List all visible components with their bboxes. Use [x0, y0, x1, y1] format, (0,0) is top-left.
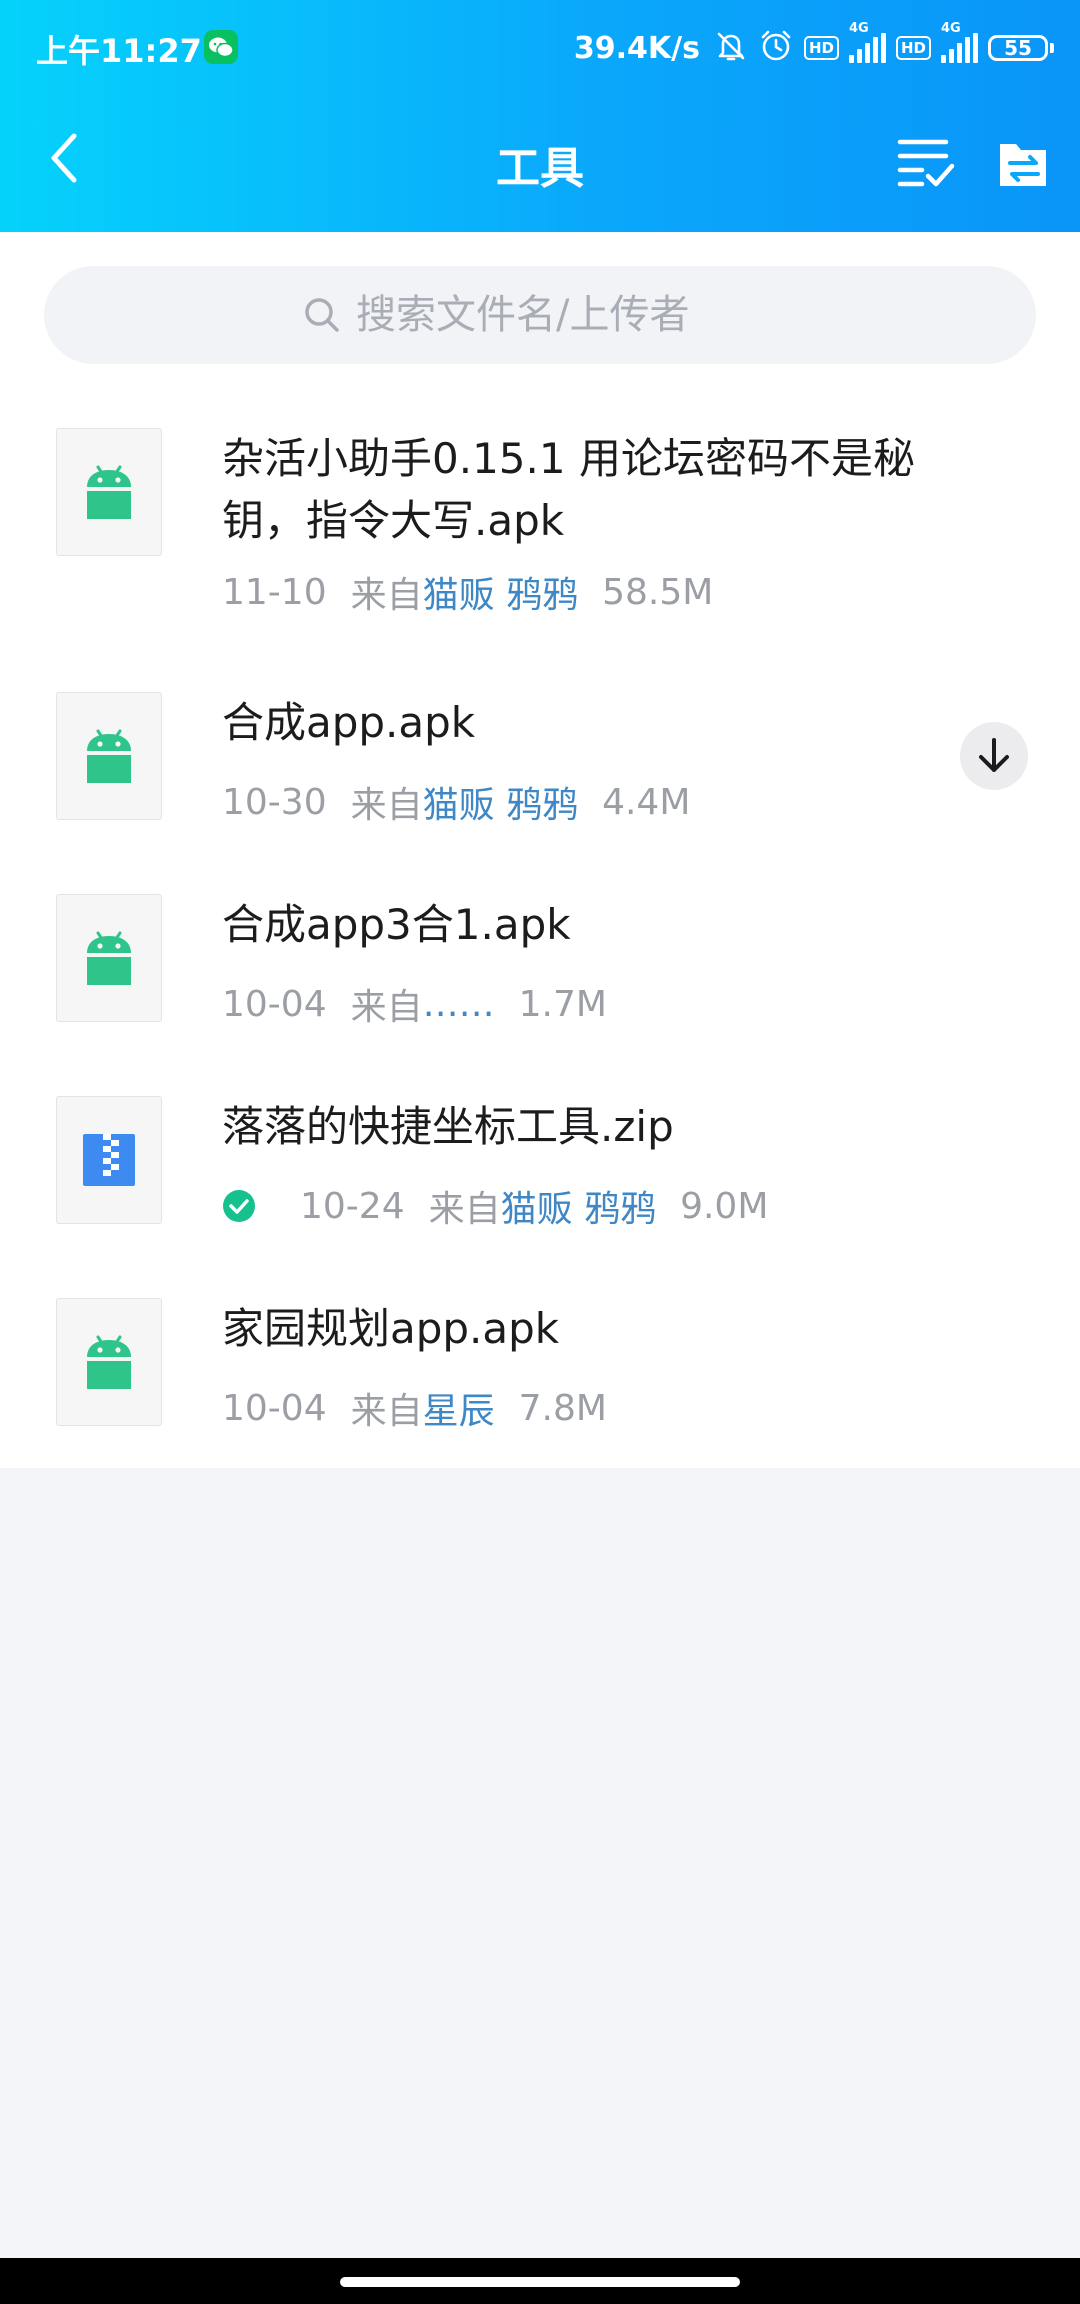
home-indicator[interactable] [340, 2277, 740, 2287]
network-type: 4G [848, 21, 869, 36]
multi-select-button[interactable] [896, 136, 956, 192]
bell-off-icon [714, 29, 748, 67]
net-speed: 39.4K/s [573, 30, 700, 66]
search-input[interactable] [354, 291, 778, 339]
status-time: 上午11:27 [36, 32, 202, 70]
downloaded-check-icon [223, 1190, 255, 1222]
file-name: 合成app3合1.apk [222, 900, 571, 949]
file-name: 合成app.apk [222, 698, 476, 747]
file-thumbnail [56, 894, 162, 1022]
file-size: 58.5M [602, 571, 714, 613]
file-item[interactable]: 合成app.apk 10-30 来自 猫贩 鸦鸦 4.4M [0, 692, 1080, 862]
download-button[interactable] [960, 722, 1028, 790]
zip-icon [83, 1134, 135, 1186]
file-thumbnail [56, 692, 162, 820]
file-uploader[interactable]: 星辰 [423, 1382, 495, 1434]
android-icon [87, 465, 131, 519]
status-icons: 39.4K/s HD 4G HD 4G 55 [573, 21, 1054, 72]
hd-badge: HD [803, 36, 839, 60]
file-uploader[interactable]: 猫贩 鸦鸦 [423, 566, 578, 618]
file-name: 家园规划app.apk [222, 1304, 560, 1353]
file-date: 10-04 [222, 1387, 327, 1429]
file-thumbnail [56, 1096, 162, 1224]
transfer-button[interactable] [996, 136, 1052, 192]
file-name: 落落的快捷坐标工具.zip [222, 1102, 674, 1151]
navigation-gesture-bar [0, 2258, 1080, 2304]
file-meta: 10-30 来自 猫贩 鸦鸦 4.4M [222, 776, 690, 828]
file-meta: 10-04 来自 …… 1.7M [222, 978, 607, 1030]
file-uploader[interactable]: 猫贩 鸦鸦 [501, 1180, 656, 1232]
file-item[interactable]: 家园规划app.apk 10-04 来自 星辰 7.8M [0, 1298, 1080, 1468]
file-uploader[interactable]: …… [423, 984, 495, 1025]
file-uploader[interactable]: 猫贩 鸦鸦 [423, 776, 578, 828]
battery-level: 55 [988, 35, 1048, 61]
file-item[interactable]: 杂活小助手0.15.1 用论坛密码不是秘钥，指令大写.apk 11-10 来自 … [0, 428, 1080, 658]
hd-badge-2: HD [895, 36, 931, 60]
file-from-label: 来自 [350, 785, 423, 826]
nav-bar: 工具 [0, 96, 1080, 232]
file-name: 杂活小助手0.15.1 用论坛密码不是秘钥，指令大写.apk [222, 434, 915, 545]
android-icon [87, 1335, 131, 1389]
file-item[interactable]: 合成app3合1.apk 10-04 来自 …… 1.7M [0, 894, 1080, 1064]
status-bar: 上午11:27 39.4K/s HD 4G HD 4G 55 [0, 0, 1080, 96]
file-from-label: 来自 [428, 1189, 501, 1230]
file-size: 9.0M [680, 1185, 769, 1227]
file-date: 10-24 [300, 1185, 405, 1227]
header: 上午11:27 39.4K/s HD 4G HD 4G 55 工具 [0, 0, 1080, 232]
search-bar[interactable] [44, 266, 1036, 364]
file-date: 10-30 [222, 781, 327, 823]
signal-icon-2: 4G [941, 21, 978, 63]
battery-icon: 55 [988, 35, 1054, 61]
file-item[interactable]: 落落的快捷坐标工具.zip 10-24 来自 猫贩 鸦鸦 9.0M [0, 1096, 1080, 1266]
download-arrow-icon [979, 738, 1009, 772]
file-from-label: 来自 [350, 1391, 423, 1432]
file-date: 11-10 [222, 571, 327, 613]
file-size: 4.4M [602, 781, 691, 823]
search-icon [305, 298, 339, 332]
file-size: 7.8M [518, 1387, 607, 1429]
file-meta: 10-24 来自 猫贩 鸦鸦 9.0M [222, 1180, 768, 1232]
file-list-panel: 杂活小助手0.15.1 用论坛密码不是秘钥，指令大写.apk 11-10 来自 … [0, 232, 1080, 1468]
file-from-label: 来自 [350, 575, 423, 616]
file-thumbnail [56, 1298, 162, 1426]
file-meta: 11-10 来自 猫贩 鸦鸦 58.5M [222, 566, 713, 618]
network-type-2: 4G [941, 21, 961, 36]
file-meta: 10-04 来自 星辰 7.8M [222, 1382, 607, 1434]
multi-select-icon [897, 139, 955, 187]
wechat-icon [204, 30, 238, 64]
android-icon [87, 729, 131, 783]
file-date: 10-04 [222, 983, 327, 1025]
file-from-label: 来自 [350, 987, 423, 1028]
alarm-icon [758, 28, 794, 68]
file-size: 1.7M [518, 983, 607, 1025]
signal-icon: 4G [848, 21, 886, 63]
android-icon [87, 931, 131, 985]
file-thumbnail [56, 428, 162, 556]
folder-transfer-icon [1000, 144, 1046, 186]
